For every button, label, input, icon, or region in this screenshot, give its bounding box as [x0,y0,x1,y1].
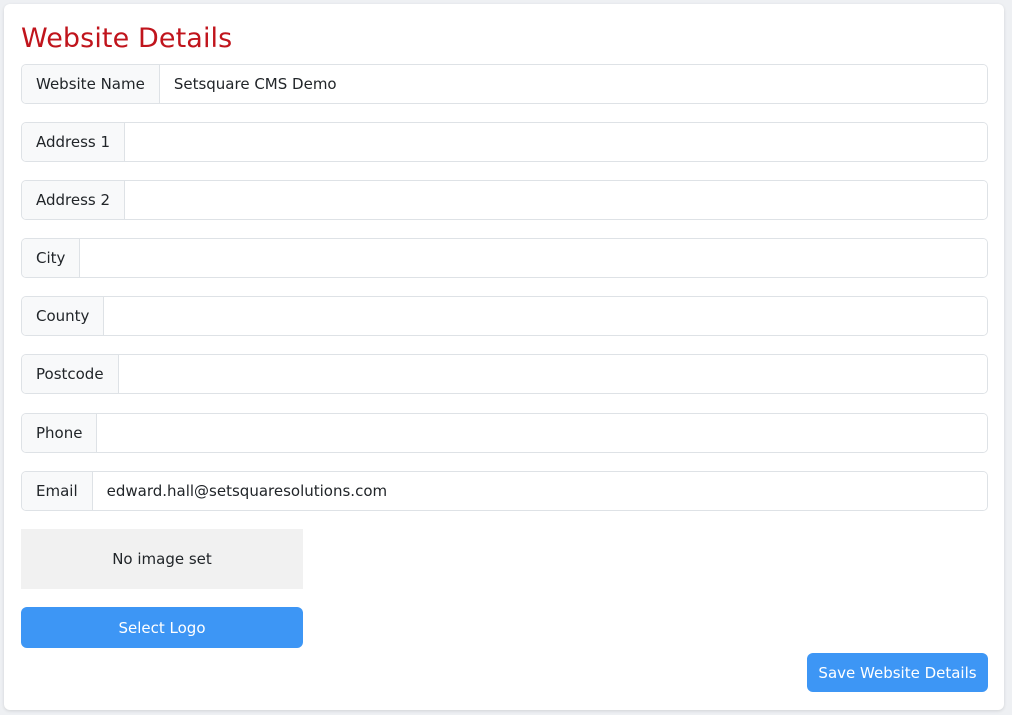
website-name-input[interactable] [159,65,987,103]
phone-group: Phone [21,413,988,453]
email-group: Email [21,471,988,511]
address-1-label: Address 1 [22,123,126,161]
select-logo-button[interactable]: Select Logo [21,607,303,648]
address-1-input[interactable] [125,123,987,161]
county-label: County [22,297,105,335]
website-name-label: Website Name [22,65,160,103]
website-details-card: Website Details Website Name Address 1 A… [4,4,1004,710]
postcode-label: Postcode [22,355,119,393]
email-input[interactable] [92,472,987,510]
email-label: Email [22,472,93,510]
postcode-group: Postcode [21,354,988,394]
phone-label: Phone [22,414,98,452]
save-website-details-button[interactable]: Save Website Details [807,653,988,692]
phone-input[interactable] [97,414,987,452]
city-group: City [21,238,988,278]
logo-preview: No image set [21,529,303,589]
city-label: City [22,239,81,277]
address-1-group: Address 1 [21,122,988,162]
page-title: Website Details [21,23,233,54]
address-2-group: Address 2 [21,180,988,220]
address-2-input[interactable] [125,181,987,219]
postcode-input[interactable] [118,355,987,393]
county-group: County [21,296,988,336]
city-input[interactable] [80,239,987,277]
address-2-label: Address 2 [22,181,126,219]
website-name-group: Website Name [21,64,988,104]
logo-empty-text: No image set [112,550,212,568]
county-input[interactable] [104,297,987,335]
